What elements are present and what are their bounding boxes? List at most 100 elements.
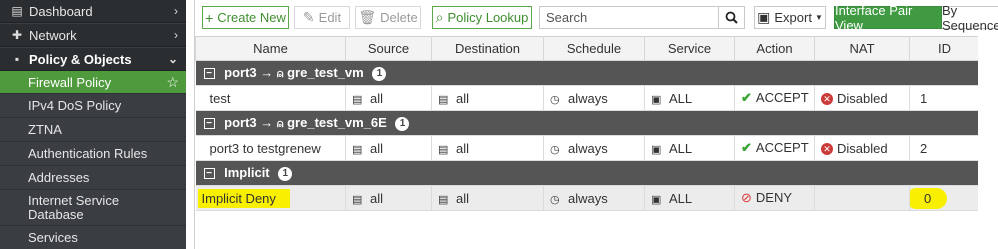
service-value: ALL: [669, 190, 693, 206]
arrow-right-icon: →: [260, 65, 274, 80]
sidebar-item-label: ZTNA: [28, 122, 62, 137]
sidebar-item-ztna[interactable]: ZTNA: [0, 118, 186, 142]
delete-button[interactable]: 🗑 Delete: [355, 6, 421, 29]
service-cell: ▣ ALL: [644, 85, 735, 111]
service-value: ALL: [669, 140, 693, 156]
collapse-icon[interactable]: −: [203, 168, 215, 180]
sidebar-item-internet-service-database[interactable]: Internet Service Database: [0, 190, 186, 226]
collapse-icon[interactable]: −: [203, 118, 215, 130]
export-file-icon: ▣: [757, 9, 771, 25]
sidebar-item-label: Addresses: [28, 170, 90, 185]
service-icon: ▣: [651, 143, 662, 156]
group-header-cell[interactable]: − port3 → ⍝ gre_test_vm_6E 1: [195, 110, 980, 136]
arrow-right-icon: →: [260, 115, 274, 130]
tunnel-icon: ⍝: [276, 68, 284, 80]
export-button[interactable]: ▣ Export ▼: [754, 6, 826, 29]
destination-value: all: [456, 90, 470, 106]
dashboard-icon: ▤: [11, 4, 23, 18]
group-header-cell[interactable]: − Implicit 1: [195, 160, 980, 186]
sidebar-item-authentication-rules[interactable]: Authentication Rules: [0, 142, 186, 166]
nat-cell: ✕ Disabled: [814, 85, 910, 111]
column-header-destination[interactable]: Destination: [431, 36, 544, 61]
by-sequence-toggle[interactable]: By Sequence: [942, 3, 998, 33]
edit-button[interactable]: ✎ Edit: [294, 6, 350, 29]
search-button[interactable]: [718, 6, 745, 29]
address-icon: ▤: [438, 93, 449, 106]
sidebar-item-label: Firewall Policy: [28, 74, 112, 90]
tunnel-icon: ⍝: [276, 118, 284, 130]
sidebar-item-dashboard[interactable]: ▤ Dashboard ›: [0, 0, 186, 23]
group-header-row[interactable]: − port3 → ⍝ gre_test_vm_6E 1: [195, 110, 980, 136]
sidebar-item-firewall-policy[interactable]: Firewall Policy ☆: [0, 71, 186, 94]
column-header-source[interactable]: Source: [345, 36, 432, 61]
star-icon[interactable]: ☆: [166, 74, 179, 91]
group-header-row[interactable]: − port3 → ⍝ gre_test_vm 1: [195, 60, 980, 86]
scrollbar-track[interactable]: [978, 36, 998, 249]
sidebar-item-services[interactable]: Services: [0, 226, 186, 249]
policy-name[interactable]: test: [195, 85, 346, 111]
deny-icon: ⊘: [741, 190, 752, 205]
service-icon: ▣: [651, 193, 662, 206]
destination-cell: ▤ all: [431, 85, 544, 111]
service-cell: ▣ ALL: [644, 135, 735, 161]
group-to-interface: gre_test_vm_6E: [287, 115, 387, 130]
group-header-cell[interactable]: − port3 → ⍝ gre_test_vm 1: [195, 60, 980, 86]
sidebar-item-label: Authentication Rules: [28, 146, 148, 161]
network-icon: ✚: [11, 28, 23, 42]
group-to-interface: gre_test_vm: [287, 65, 364, 80]
sidebar-item-policy-objects[interactable]: ▪ Policy & Objects ⌄: [0, 48, 186, 71]
sidebar-item-network[interactable]: ✚ Network ›: [0, 24, 186, 47]
sidebar-item-addresses[interactable]: Addresses: [0, 166, 186, 190]
service-cell: ▣ ALL: [644, 185, 735, 211]
column-header-name[interactable]: Name: [195, 36, 346, 61]
sidebar: ▤ Dashboard › ✚ Network › ▪ Policy & Obj…: [0, 0, 186, 249]
column-header-action[interactable]: Action: [734, 36, 815, 61]
count-badge: 1: [278, 166, 293, 181]
toolbar: + Create New ✎ Edit 🗑 Delete ⌕ Policy Lo…: [195, 0, 998, 36]
collapse-icon[interactable]: −: [203, 68, 215, 80]
action-value: ACCEPT: [755, 140, 809, 155]
schedule-value: always: [568, 190, 608, 206]
trash-icon: 🗑: [358, 9, 377, 25]
schedule-value: always: [568, 140, 608, 156]
sidebar-item-label: IPv4 DoS Policy: [28, 98, 122, 113]
interface-pair-view-toggle[interactable]: Interface Pair View: [834, 3, 942, 33]
group-header-row[interactable]: − Implicit 1: [195, 160, 980, 186]
source-cell: ▤ all: [345, 185, 432, 211]
count-badge: 1: [395, 116, 410, 131]
policy-name[interactable]: port3 to testgrenew: [195, 135, 346, 161]
column-header-service[interactable]: Service: [644, 36, 735, 61]
group-from-interface: port3: [224, 65, 257, 80]
chevron-right-icon: ›: [174, 28, 178, 42]
sidebar-item-label: Policy & Objects: [29, 51, 132, 67]
source-value: all: [370, 90, 384, 106]
disabled-icon: ✕: [821, 93, 833, 106]
policy-lookup-button[interactable]: ⌕ Policy Lookup: [432, 6, 532, 29]
address-icon: ▤: [352, 193, 363, 206]
action-cell: ✔ ACCEPT: [734, 85, 815, 111]
schedule-cell: ◷ always: [543, 135, 645, 161]
column-header-id[interactable]: ID: [909, 36, 980, 61]
nat-value: Disabled: [837, 140, 888, 156]
policy-name[interactable]: Implicit Deny: [195, 185, 346, 211]
plus-icon: +: [205, 9, 214, 26]
sidebar-item-label: Internet Service Database: [28, 192, 120, 222]
action-cell: ✔ ACCEPT: [734, 135, 815, 161]
nat-value: Disabled: [837, 90, 888, 106]
calendar-icon: ◷: [550, 93, 560, 106]
chevron-right-icon: ›: [174, 4, 178, 18]
table-row[interactable]: Implicit Deny ▤ all ▤ all ◷ always ▣ ALL ⊘ DE…: [195, 185, 980, 211]
column-header-nat[interactable]: NAT: [814, 36, 910, 61]
address-icon: ▤: [438, 143, 449, 156]
column-header-schedule[interactable]: Schedule: [543, 36, 645, 61]
nat-cell: [814, 185, 910, 211]
policy-name-text: Implicit Deny: [197, 188, 290, 208]
calendar-icon: ◷: [550, 143, 560, 156]
main-content: + Create New ✎ Edit 🗑 Delete ⌕ Policy Lo…: [194, 0, 998, 249]
table-row[interactable]: test ▤ all ▤ all ◷ always ▣ ALL ✔ ACCEPT ✕ Dis…: [195, 85, 980, 111]
table-row[interactable]: port3 to testgrenew ▤ all ▤ all ◷ always ▣ A…: [195, 135, 980, 161]
search-input[interactable]: [539, 6, 719, 29]
disabled-icon: ✕: [821, 143, 833, 156]
sidebar-item-ipv4-dos-policy[interactable]: IPv4 DoS Policy: [0, 94, 186, 118]
create-new-button[interactable]: + Create New: [202, 6, 289, 29]
